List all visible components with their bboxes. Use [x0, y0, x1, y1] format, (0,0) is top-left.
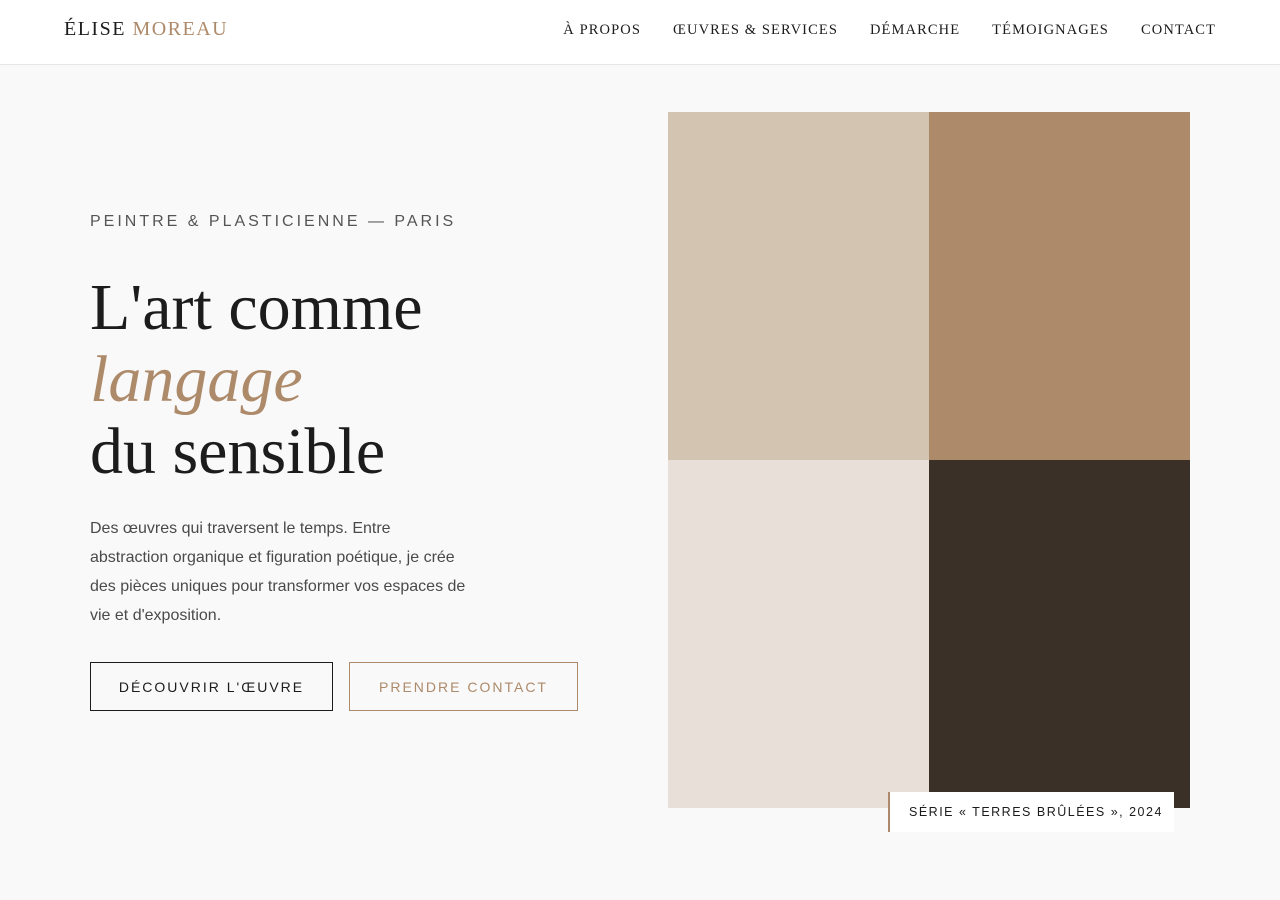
artwork-tile	[668, 460, 929, 808]
site-logo[interactable]: ÉLISE MOREAU	[64, 18, 228, 41]
artwork-caption: SÉRIE « TERRES BRÛLÉES », 2024	[888, 792, 1174, 832]
site-header: ÉLISE MOREAU À PROPOS ŒUVRES & SERVICES …	[0, 0, 1280, 65]
artwork-tile	[929, 460, 1190, 808]
hero-eyebrow: PEINTRE & PLASTICIENNE — PARIS	[90, 213, 457, 230]
nav-link-approach[interactable]: DÉMARCHE	[870, 22, 960, 39]
headline-line-2: langage	[90, 343, 303, 416]
hero-headline: L'art comme langage du sensible	[90, 272, 423, 488]
nav-link-works-services[interactable]: ŒUVRES & SERVICES	[673, 22, 838, 39]
artwork-tile	[668, 112, 929, 460]
get-in-touch-button[interactable]: PRENDRE CONTACT	[349, 662, 578, 711]
logo-last-name: MOREAU	[132, 18, 229, 40]
hero-intro: Des œuvres qui traversent le temps. Entr…	[90, 520, 466, 624]
artwork-tile	[929, 112, 1190, 460]
headline-line-3: du sensible	[90, 415, 386, 488]
nav-link-testimonials[interactable]: TÉMOIGNAGES	[992, 22, 1109, 39]
discover-work-button[interactable]: DÉCOUVRIR L'ŒUVRE	[90, 662, 333, 711]
headline-line-1: L'art comme	[90, 271, 423, 344]
artwork-image	[668, 112, 1190, 808]
nav-link-contact[interactable]: CONTACT	[1141, 22, 1216, 39]
nav-link-about[interactable]: À PROPOS	[563, 22, 641, 39]
main-nav: À PROPOS ŒUVRES & SERVICES DÉMARCHE TÉMO…	[563, 22, 1216, 39]
logo-first-name: ÉLISE	[64, 18, 126, 40]
